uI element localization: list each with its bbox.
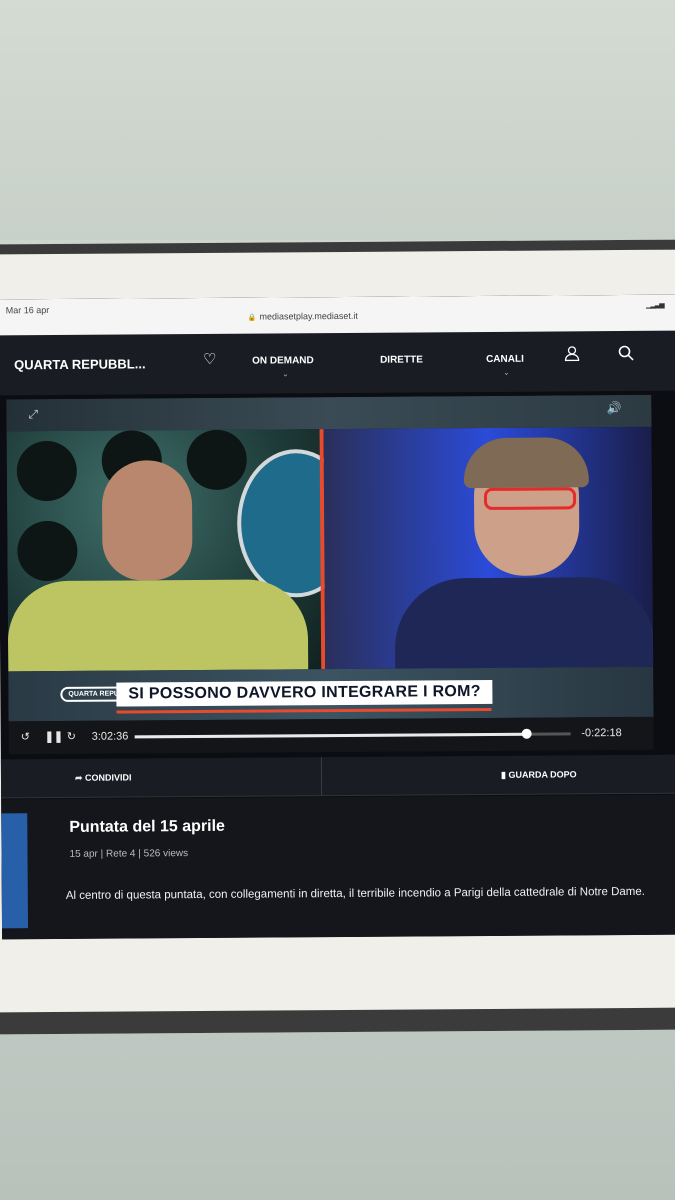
action-bar: ➦ CONDIVIDI ▮ GUARDA DOPO xyxy=(0,754,675,799)
watch-later-label: GUARDA DOPO xyxy=(508,769,577,780)
progress-fill xyxy=(134,732,528,739)
share-button[interactable]: ➦ CONDIVIDI xyxy=(75,772,132,783)
red-glasses xyxy=(483,487,577,510)
search-icon[interactable] xyxy=(618,345,634,361)
episode-thumbnail[interactable] xyxy=(1,813,29,929)
signal-icon: ▁▂▃▅ xyxy=(646,301,664,309)
progress-track[interactable] xyxy=(134,728,571,739)
chevron-down-icon: ⌄ xyxy=(503,367,510,377)
nav-item-on-demand[interactable]: ON DEMAND xyxy=(252,355,314,366)
expand-icon[interactable]: ⤢ xyxy=(28,407,38,422)
headline-underline xyxy=(116,707,492,714)
action-divider xyxy=(320,757,323,796)
chevron-down-icon: ⌄ xyxy=(282,369,289,379)
video-player[interactable]: ⤢ 🔊 QUARTA REPUBBLICA SI POSSONO DAVVERO… xyxy=(6,394,654,755)
guest-right-hair xyxy=(463,437,589,489)
left-camera-feed xyxy=(6,429,356,672)
player-controls: ↺ ❚❚ ↻ 3:02:36 -0:22:18 xyxy=(8,716,654,755)
video-top-strip: ⤢ 🔊 xyxy=(6,394,652,432)
tablet-screen: Mar 16 apr 🔒 mediasetplay.mediaset.it ▁▂▃… xyxy=(0,294,675,940)
backdrop-circle xyxy=(186,429,247,491)
user-icon[interactable] xyxy=(564,345,580,362)
watch-later-button[interactable]: ▮ GUARDA DOPO xyxy=(501,769,577,781)
lock-icon: 🔒 xyxy=(247,314,257,322)
backdrop-circle xyxy=(16,440,78,502)
nav-item-dirette[interactable]: DIRETTE xyxy=(380,354,423,365)
address-bar[interactable]: 🔒 mediasetplay.mediaset.it xyxy=(248,311,358,322)
guest-left-body xyxy=(7,579,309,672)
top-nav: QUARTA REPUBBL... ♡ ON DEMAND ⌄ DIRETTE … xyxy=(0,330,675,396)
share-label: CONDIVIDI xyxy=(84,772,132,783)
elapsed-time: 3:02:36 xyxy=(91,730,129,743)
guest-right-body xyxy=(394,576,654,669)
episode-meta: 15 apr | Rete 4 | 526 views xyxy=(69,848,189,860)
rewind-15-icon[interactable]: ↺ xyxy=(21,730,30,743)
headline-caption: SI POSSONO DAVVERO INTEGRARE I ROM? xyxy=(116,679,493,707)
episode-card: Puntata del 15 aprile 15 apr | Rete 4 | … xyxy=(1,794,675,940)
remaining-time: -0:22:18 xyxy=(581,727,622,740)
heart-icon[interactable]: ♡ xyxy=(203,350,217,368)
right-camera-feed xyxy=(323,426,654,670)
pause-icon[interactable]: ❚❚ xyxy=(45,730,64,743)
status-time: Mar 16 apr xyxy=(5,305,50,316)
lower-third: QUARTA REPUBBLICA SI POSSONO DAVVERO INT… xyxy=(8,666,654,722)
share-icon: ➦ xyxy=(74,772,86,783)
backdrop-circle xyxy=(17,520,78,582)
tablet-frame: Mar 16 apr 🔒 mediasetplay.mediaset.it ▁▂▃… xyxy=(0,239,675,1035)
volume-icon[interactable]: 🔊 xyxy=(606,401,621,415)
episode-title: Puntata del 15 aprile xyxy=(69,817,225,836)
show-title[interactable]: QUARTA REPUBBL... xyxy=(14,356,146,372)
browser-status-bar: Mar 16 apr 🔒 mediasetplay.mediaset.it ▁▂▃… xyxy=(0,294,675,337)
url-text: mediasetplay.mediaset.it xyxy=(259,310,358,322)
wall-background xyxy=(0,0,675,240)
nav-item-canali[interactable]: CANALI xyxy=(486,354,524,365)
forward-15-icon[interactable]: ↻ xyxy=(67,730,76,743)
episode-description: Al centro di questa puntata, con collega… xyxy=(65,885,645,902)
guest-left-head xyxy=(101,460,193,581)
progress-handle[interactable] xyxy=(522,728,533,739)
